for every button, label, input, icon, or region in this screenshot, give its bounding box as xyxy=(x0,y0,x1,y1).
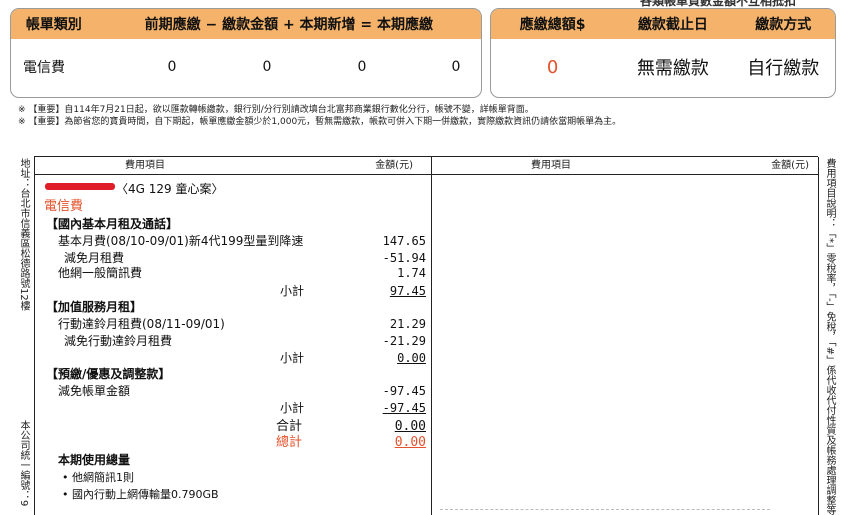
group-title: 【國內基本月租及通話】 xyxy=(46,217,179,231)
line-item-label: 基本月費(08/10-09/01)新4代199型量到降速 xyxy=(58,234,304,248)
line-item-label: 減免行動達鈴月租費 xyxy=(64,334,173,348)
table-right-border xyxy=(818,157,819,515)
col-header-amount-2: 金額(元) xyxy=(671,157,819,175)
summary-box-right: 應繳總額$ 繳款截止日 繳款方式 0 無需繳款 自行繳款 xyxy=(490,8,836,98)
subtotal-amount: 0.00 xyxy=(397,351,426,365)
line-item-label: 行動達鈴月租費(08/11-09/01) xyxy=(58,317,225,331)
line-item-amount: -51.94 xyxy=(382,251,426,265)
summary-left-header: 帳單類別 前期應繳 − 繳款金額 + 本期新增 = 本期應繳 xyxy=(11,9,481,39)
total-amount: 0.00 xyxy=(394,435,426,450)
line-item-amount: 1.74 xyxy=(397,266,426,280)
subtotal-amount: -97.45 xyxy=(382,401,426,415)
summary-right-header: 應繳總額$ 繳款截止日 繳款方式 xyxy=(491,9,835,39)
usage-item: • 國內行動上網傳輸量0.790GB xyxy=(62,488,219,501)
line-item-amount: 147.65 xyxy=(382,234,426,248)
col-header-amount: 金額(元) xyxy=(255,157,431,175)
note-line: ※ 【重要】自114年7月21日起，欲以匯款轉帳繳款，銀行別/分行別請改填台北富… xyxy=(18,105,534,115)
sum-label: 合計 xyxy=(276,419,303,434)
line-item-label: 減免月租費 xyxy=(64,251,125,265)
row-label: 電信費 xyxy=(23,60,65,76)
note-line: ※ 【重要】為節省您的寶貴時間，自下期起，帳單應繳金額少於1,000元，暫無需繳… xyxy=(18,117,622,127)
subtotal-label: 小計 xyxy=(280,284,305,298)
header-deadline: 繳款截止日 xyxy=(637,17,708,33)
header-formula: 前期應繳 − 繳款金額 + 本期新增 = 本期應繳 xyxy=(144,17,434,33)
cut-off-content xyxy=(440,509,770,515)
header-total-due: 應繳總額$ xyxy=(519,17,586,33)
payment-method-value: 自行繳款 xyxy=(747,58,820,79)
current-due: 0 xyxy=(451,59,461,75)
total-due-value: 0 xyxy=(546,56,559,78)
line-item-amount: 21.29 xyxy=(389,317,426,331)
total-label: 總計 xyxy=(276,435,303,450)
sum-amount: 0.00 xyxy=(394,419,426,434)
summary-box-left: 帳單類別 前期應繳 − 繳款金額 + 本期新增 = 本期應繳 電信費 0 0 0… xyxy=(10,8,482,98)
col-header-item: 費用項目 xyxy=(35,157,255,175)
summary-left-row: 電信費 0 0 0 0 xyxy=(11,39,481,95)
line-item-amount: -97.45 xyxy=(382,384,426,398)
line-item-label: 減免帳單金額 xyxy=(58,384,131,398)
prev-due: 0 xyxy=(167,59,177,75)
line-item-label: 他網一般簡訊費 xyxy=(58,266,143,280)
usage-item: • 他網簡訊1則 xyxy=(62,471,134,484)
header-payment-method: 繳款方式 xyxy=(755,17,812,33)
table-divider xyxy=(431,157,432,515)
subtotal-amount: 97.45 xyxy=(389,284,426,298)
header-bill-category: 帳單類別 xyxy=(25,17,82,33)
subtotal-label: 小計 xyxy=(280,401,305,415)
deadline-value: 無需繳款 xyxy=(636,58,709,79)
col-header-item-2: 費用項目 xyxy=(431,157,671,175)
summary-right-row: 0 無需繳款 自行繳款 xyxy=(491,39,835,95)
new-charges: 0 xyxy=(357,59,367,75)
fee-item-legend: 費用項目說明：「*」零稅率，「-」免稅，「#」係代收代付性質及帳務處理調整等。 xyxy=(824,158,835,515)
important-notes: ※ 【重要】自114年7月21日起，欲以匯款轉帳繳款，銀行別/分行別請改填台北富… xyxy=(18,104,621,128)
subtotal-label: 小計 xyxy=(280,351,305,365)
company-address: 地址：台北市信義區松德路號12樓 xyxy=(18,158,29,311)
company-tax-id: 本公司統一編號：9 xyxy=(18,420,29,507)
redacted-phone-number xyxy=(45,183,115,190)
line-item-amount: -21.29 xyxy=(382,334,426,348)
usage-title: 本期使用總量 xyxy=(58,453,131,467)
section-title: 電信費 xyxy=(44,199,84,214)
plan-name: 〈4G 129 童心案〉 xyxy=(116,182,224,196)
paid-amount: 0 xyxy=(262,59,272,75)
group-title: 【預繳/優惠及調整款】 xyxy=(46,367,171,381)
group-title: 【加值服務月租】 xyxy=(46,300,143,314)
